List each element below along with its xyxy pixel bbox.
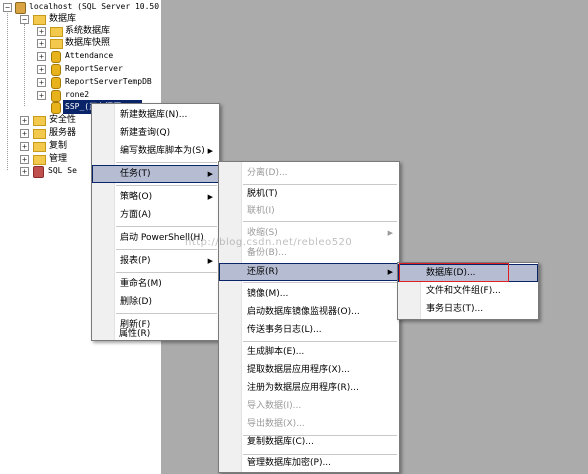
submenu-arrow-icon: ▶ [207, 170, 213, 178]
submenu-arrow-icon: ▶ [387, 268, 393, 276]
expand-icon[interactable]: + [20, 116, 29, 125]
context-menu: 新建数据库(N)... 新建查询(Q) 编写数据库脚本为(S) ▶ 任务(T) ▶ … [91, 103, 220, 341]
folder-icon [50, 39, 63, 49]
tree-label: 复制 [49, 141, 68, 151]
submenu-arrow-icon: ▶ [387, 229, 393, 237]
tree-label: 服务器 [49, 128, 77, 138]
submenu-arrow-icon: ▶ [207, 147, 213, 155]
menu-item-new-query[interactable]: 新建查询(Q) [92, 124, 219, 142]
menu-separator [243, 341, 397, 342]
menu-separator [243, 282, 397, 283]
tree-label: ReportServerTempDB [65, 77, 152, 86]
expand-icon[interactable]: + [20, 167, 29, 176]
tree-label: SQL Se [48, 166, 77, 175]
folder-icon [33, 116, 46, 126]
menu-item-copy-database[interactable]: 复制数据库(C)... [219, 433, 399, 451]
expand-icon[interactable]: + [20, 142, 29, 151]
expand-icon[interactable]: + [37, 27, 46, 36]
menu-item-ship-transaction-logs[interactable]: 传送事务日志(L)... [219, 321, 399, 339]
folder-icon [50, 27, 63, 37]
expand-icon[interactable]: + [37, 52, 46, 61]
menu-separator [116, 226, 217, 227]
expand-icon[interactable]: + [20, 129, 29, 138]
folder-icon [33, 15, 46, 25]
server-icon [15, 2, 26, 14]
menu-item-generate-scripts[interactable]: 生成脚本(E)... [219, 343, 399, 361]
menu-separator [116, 162, 217, 163]
menu-separator [116, 249, 217, 250]
menu-item-refresh[interactable]: 刷新(F) [92, 316, 219, 334]
submenu-arrow-icon: ▶ [207, 257, 213, 265]
menu-item-policies[interactable]: 策略(O) ▶ [92, 188, 219, 206]
expand-icon[interactable]: + [37, 39, 46, 48]
menu-item-restore-log[interactable]: 事务日志(T)... [398, 300, 538, 318]
menu-item-restore[interactable]: 还原(R) ▶ [219, 263, 399, 281]
menu-item-delete[interactable]: 删除(D) [92, 293, 219, 311]
database-icon [51, 64, 61, 76]
menu-item-restore-files[interactable]: 文件和文件组(F)... [398, 282, 538, 300]
collapse-icon[interactable]: − [20, 15, 29, 24]
menu-item-extract-data-tier[interactable]: 提取数据层应用程序(X)... [219, 361, 399, 379]
highlight-box [399, 263, 509, 282]
menu-item-launch-mirror-monitor[interactable]: 启动数据库镜像监视器(O)... [219, 303, 399, 321]
menu-item-bring-online[interactable]: 联机(I) [219, 202, 399, 220]
menu-item-new-database[interactable]: 新建数据库(N)... [92, 106, 219, 124]
tree-label: Attendance [65, 51, 114, 60]
database-icon [51, 77, 61, 89]
watermark: http://blog.csdn.net/rebleo520 [185, 237, 353, 248]
menu-item-take-offline[interactable]: 脱机(T) [219, 185, 399, 203]
tree-label: 安全性 [49, 115, 77, 125]
menu-item-manage-encryption[interactable]: 管理数据库加密(P)... [219, 454, 399, 472]
expand-icon[interactable]: + [37, 65, 46, 74]
expand-icon[interactable]: + [37, 78, 46, 87]
menu-item-tasks[interactable]: 任务(T) ▶ [92, 165, 219, 183]
agent-icon [33, 166, 44, 178]
menu-item-rename[interactable]: 重命名(M) [92, 275, 219, 293]
menu-separator [116, 272, 217, 273]
submenu-arrow-icon: ▶ [207, 193, 213, 201]
menu-item-script-database[interactable]: 编写数据库脚本为(S) ▶ [92, 142, 219, 160]
menu-separator [116, 185, 217, 186]
database-icon [51, 51, 61, 63]
menu-item-reports[interactable]: 报表(P) ▶ [92, 252, 219, 270]
menu-separator [116, 313, 217, 314]
expand-icon[interactable]: + [20, 155, 29, 164]
database-icon [51, 90, 61, 102]
menu-item-export-data[interactable]: 导出数据(X)... [219, 415, 399, 433]
folder-icon [33, 142, 46, 152]
expand-icon[interactable]: + [37, 91, 46, 100]
menu-item-mirror[interactable]: 镜像(M)... [219, 285, 399, 303]
tree-label: ReportServer [65, 64, 123, 73]
menu-item-facets[interactable]: 方面(A) [92, 206, 219, 224]
tree-line [7, 10, 8, 170]
menu-item-register-data-tier[interactable]: 注册为数据层应用程序(R)... [219, 379, 399, 397]
folder-icon [33, 129, 46, 139]
tree-line [24, 24, 25, 106]
menu-item-detach[interactable]: 分离(D)... [219, 164, 399, 182]
tasks-submenu: 分离(D)... 脱机(T) 联机(I) 收缩(S) ▶ 备份(B)... 还原(… [218, 161, 400, 473]
menu-separator [243, 221, 397, 222]
collapse-icon[interactable]: − [3, 3, 12, 12]
folder-icon [33, 155, 46, 165]
tree-label: 数据库快照 [65, 38, 111, 48]
menu-item-import-data[interactable]: 导入数据(I)... [219, 397, 399, 415]
